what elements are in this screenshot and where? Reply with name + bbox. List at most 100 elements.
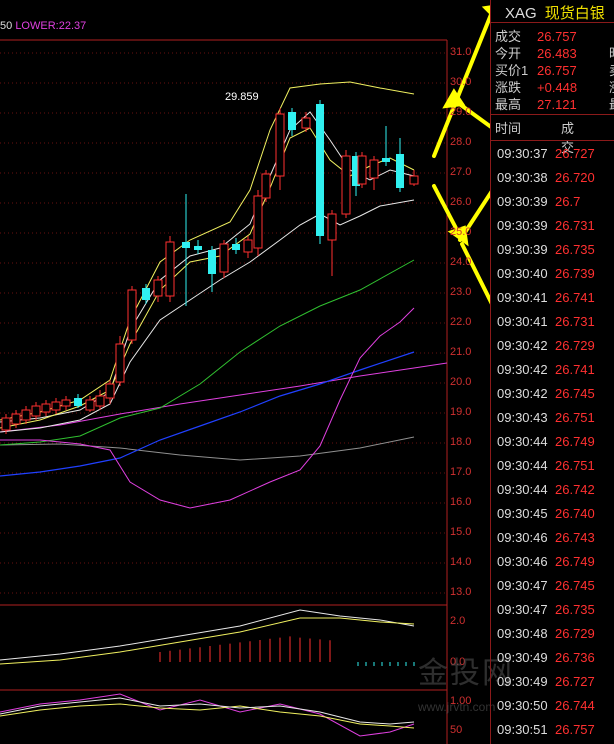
instrument-symbol: XAG <box>505 5 537 22</box>
tick-time: 09:30:51 <box>497 722 548 737</box>
tick-row[interactable]: 09:30:44 26.742 <box>497 482 595 497</box>
tick-row[interactable]: 09:30:39 26.735 <box>497 242 595 257</box>
macd-yellow-line <box>0 617 415 665</box>
candle-body <box>316 104 324 236</box>
candle-body <box>115 343 125 383</box>
price-axis-label: 17.0 <box>450 466 472 478</box>
tick-time: 09:30:49 <box>497 674 548 689</box>
candle-body <box>288 112 296 130</box>
ticks-header: 时间 成交 <box>495 118 574 155</box>
tick-time: 09:30:41 <box>497 314 548 329</box>
tick-row[interactable]: 09:30:42 26.745 <box>497 386 595 401</box>
candle-body <box>261 173 271 199</box>
tick-row[interactable]: 09:30:40 26.739 <box>497 266 595 281</box>
candle-body <box>51 401 61 411</box>
price-axis-label: 16.0 <box>450 496 472 508</box>
tick-price: 26.729 <box>555 338 595 353</box>
quote-value: 26.757 <box>537 63 577 78</box>
tick-price: 26.749 <box>555 554 595 569</box>
tick-row[interactable]: 09:30:50 26.744 <box>497 698 595 713</box>
tick-row[interactable]: 09:30:41 26.741 <box>497 290 595 305</box>
tick-price: 26.741 <box>555 290 595 305</box>
tick-row[interactable]: 09:30:44 26.749 <box>497 434 595 449</box>
instrument-name: 现货白银 <box>544 5 605 22</box>
tick-row[interactable]: 09:30:39 26.7 <box>497 194 580 209</box>
macd-histogram <box>159 636 415 666</box>
tick-row[interactable]: 09:30:47 26.735 <box>497 602 595 617</box>
candle-body <box>396 154 404 188</box>
tick-time: 09:30:43 <box>497 410 548 425</box>
candle-body <box>232 244 240 250</box>
tick-price: 26.736 <box>555 650 595 665</box>
tick-price: 26.744 <box>555 698 595 713</box>
quote-cut-label: 最 <box>609 94 614 113</box>
candle-body <box>409 175 419 185</box>
tick-price: 26.742 <box>555 482 595 497</box>
tick-time: 09:30:44 <box>497 458 548 473</box>
tick-row[interactable]: 09:30:46 26.749 <box>497 554 595 569</box>
tick-row[interactable]: 09:30:44 26.751 <box>497 458 595 473</box>
tick-time: 09:30:47 <box>497 578 548 593</box>
legend-lower-value: LOWER:22.37 <box>15 20 87 32</box>
candle-body <box>11 413 21 425</box>
candle-body <box>74 398 82 406</box>
tick-row[interactable]: 09:30:39 26.731 <box>497 218 595 233</box>
candles-group <box>1 100 419 434</box>
watermark-url: www.jrvtn.com <box>418 700 496 714</box>
tick-row[interactable]: 09:30:41 26.731 <box>497 314 595 329</box>
tick-row[interactable]: 09:30:49 26.727 <box>497 674 595 689</box>
sub-axis-label: 2.0 <box>450 615 466 627</box>
candle-body <box>301 117 311 129</box>
tick-price: 26.735 <box>555 602 595 617</box>
tick-price: 26.743 <box>555 530 595 545</box>
candle-body <box>61 399 71 407</box>
tick-row[interactable]: 09:30:42 26.741 <box>497 362 595 377</box>
price-axis-label: 28.0 <box>450 136 472 148</box>
candlestick-chart[interactable] <box>0 0 490 744</box>
quote-value: 26.483 <box>537 46 577 61</box>
tick-row[interactable]: 09:30:51 26.757 <box>497 722 595 737</box>
candle-body <box>31 405 41 417</box>
candle-body <box>194 246 202 250</box>
kdj-magenta-line <box>0 693 415 737</box>
tick-row[interactable]: 09:30:48 26.729 <box>497 626 595 641</box>
quote-label: 最高 <box>495 97 522 112</box>
candle-body <box>41 403 51 413</box>
tick-time: 09:30:37 <box>497 146 548 161</box>
tick-price: 26.745 <box>555 386 595 401</box>
candle-body <box>165 241 175 297</box>
candle-body <box>95 395 105 407</box>
tick-price: 26.735 <box>555 242 595 257</box>
tick-row[interactable]: 09:30:42 26.729 <box>497 338 595 353</box>
lower-band-magenta <box>0 307 415 509</box>
price-axis-label: 19.0 <box>450 406 472 418</box>
tick-price: 26.731 <box>555 314 595 329</box>
candle-body <box>369 159 379 179</box>
tick-row[interactable]: 09:30:38 26.720 <box>497 170 595 185</box>
candle-body <box>85 399 95 411</box>
candle-body <box>208 250 216 274</box>
instrument-title: XAG 现货白银 <box>505 2 605 23</box>
sub-axis-label: 50 <box>450 724 463 736</box>
tick-row[interactable]: 09:30:49 26.736 <box>497 650 595 665</box>
tick-row[interactable]: 09:30:45 26.740 <box>497 506 595 521</box>
quote-row: 最高 27.121 最 <box>495 94 614 113</box>
tick-row[interactable]: 09:30:46 26.743 <box>497 530 595 545</box>
header-separator <box>491 22 614 23</box>
tick-row[interactable]: 09:30:37 26.727 <box>497 146 595 161</box>
quote-value: 26.757 <box>537 29 577 44</box>
tick-price: 26.751 <box>555 458 595 473</box>
tick-price: 26.757 <box>555 722 595 737</box>
price-axis-label: 23.0 <box>450 286 472 298</box>
quote-value: 27.121 <box>537 97 577 112</box>
tick-row[interactable]: 09:30:47 26.745 <box>497 578 595 593</box>
price-axis-label: 14.0 <box>450 556 472 568</box>
tick-row[interactable]: 09:30:43 26.751 <box>497 410 595 425</box>
tick-price: 26.745 <box>555 578 595 593</box>
tick-time: 09:30:45 <box>497 506 548 521</box>
tick-time: 09:30:44 <box>497 482 548 497</box>
price-axis-label: 29.0 <box>450 106 472 118</box>
ma-magenta-line <box>0 362 448 433</box>
candle-body <box>357 155 367 185</box>
tick-price: 26.729 <box>555 626 595 641</box>
